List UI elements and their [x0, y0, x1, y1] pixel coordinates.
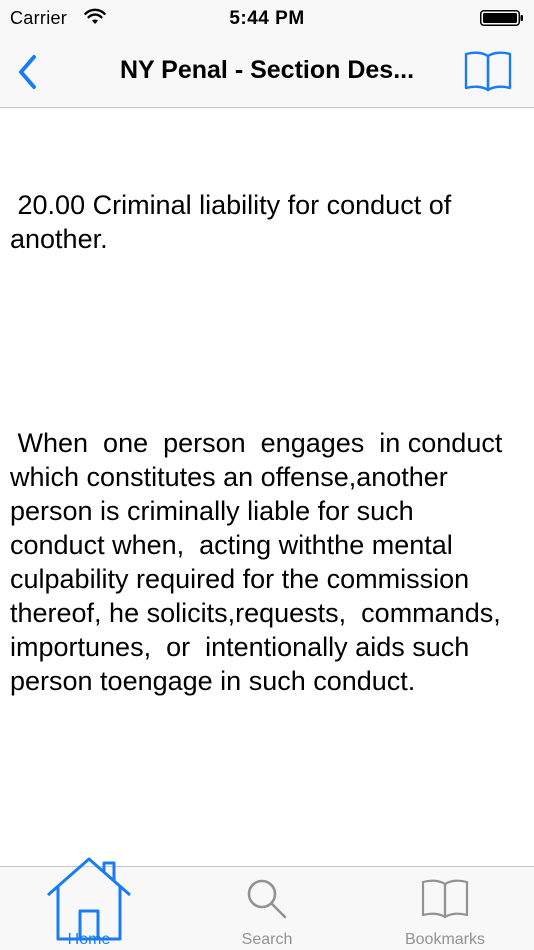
- book-icon: [421, 879, 469, 919]
- app-screen: Carrier 5:44 PM NY Penal - Section Des..…: [0, 0, 534, 950]
- section-description: 20.00 Criminal liability for conduct of …: [10, 120, 506, 766]
- section-body: When one person engages in conduct which…: [10, 428, 518, 696]
- book-open-icon: [464, 51, 512, 92]
- battery-icon: [480, 10, 523, 26]
- tab-search-label: Search: [241, 931, 293, 948]
- status-bar: Carrier 5:44 PM: [0, 0, 534, 36]
- tab-home-label: Home: [67, 931, 111, 948]
- tab-home[interactable]: Home: [0, 857, 178, 950]
- tab-bookmarks[interactable]: Bookmarks: [356, 867, 534, 950]
- chevron-left-icon: [19, 55, 36, 89]
- clock: 5:44 PM: [229, 8, 305, 29]
- bookmark-button[interactable]: [464, 50, 512, 92]
- tab-bar: Home Search Bookmarks: [0, 857, 534, 950]
- back-button[interactable]: [10, 50, 44, 94]
- magnifier-icon: [247, 879, 287, 919]
- tab-search[interactable]: Search: [178, 867, 356, 950]
- page-title: NY Penal - Section Des...: [119, 56, 415, 84]
- section-heading: 20.00 Criminal liability for conduct of …: [10, 190, 459, 254]
- tab-bookmarks-label: Bookmarks: [404, 931, 486, 948]
- home-icon: [47, 857, 131, 941]
- navigation-bar: NY Penal - Section Des...: [0, 36, 534, 108]
